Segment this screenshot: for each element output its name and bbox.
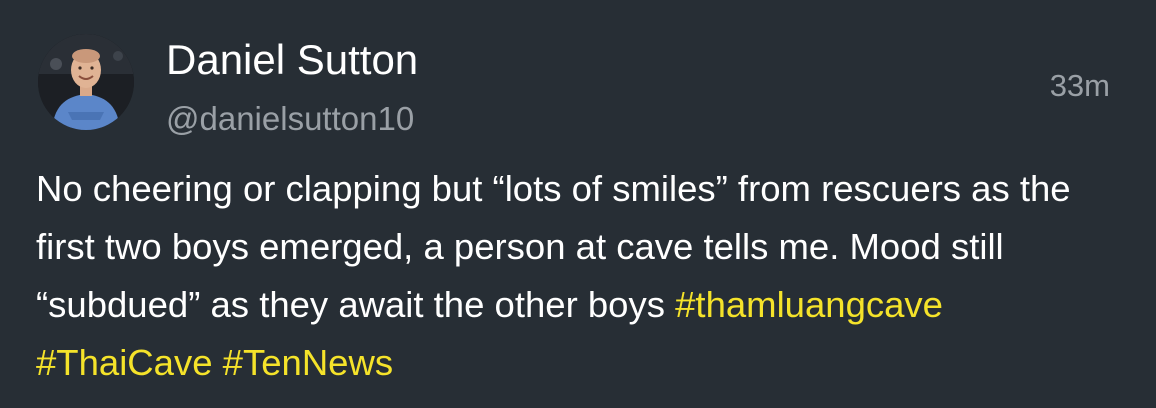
author-display-name[interactable]: Daniel Sutton [166, 36, 418, 84]
tweet-text-line: No cheering or clapping but “lots of smi… [36, 168, 1071, 209]
hashtag-link[interactable]: #ThaiCave [36, 342, 213, 383]
tweet-timestamp[interactable]: 33m [1050, 68, 1110, 104]
tweet-text-line: #ThaiCave #TenNews [36, 334, 1126, 392]
hashtag-link[interactable]: #thamluangcave [675, 284, 943, 325]
tweet-text: No cheering or clapping but “lots of smi… [36, 160, 1126, 392]
author-handle[interactable]: @danielsutton10 [166, 100, 414, 138]
hashtag-link[interactable]: #TenNews [223, 342, 393, 383]
user-avatar-icon [38, 34, 134, 130]
tweet-text-segment: “subdued” as they await the other boys [36, 284, 676, 325]
tweet-card[interactable]: Daniel Sutton @danielsutton10 33m No che… [0, 0, 1156, 408]
tweet-text-line: “subdued” as they await the other boys #… [36, 276, 1126, 334]
avatar[interactable] [38, 34, 134, 130]
tweet-text-line: first two boys emerged, a person at cave… [36, 226, 1004, 267]
